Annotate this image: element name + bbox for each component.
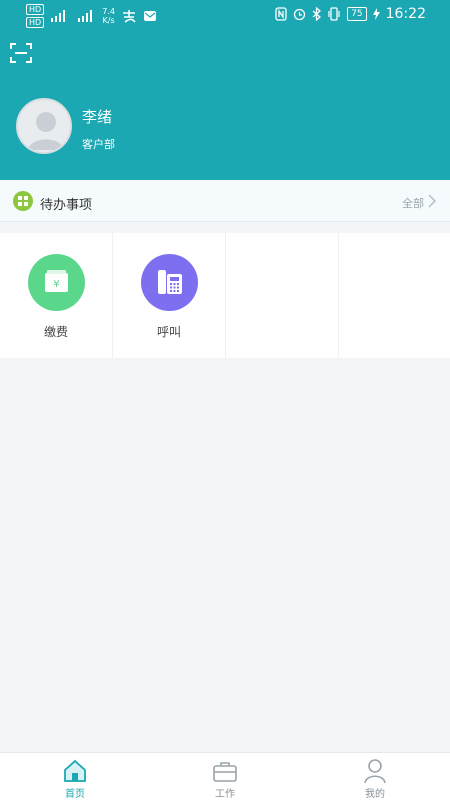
net-speed-value: 7.4	[102, 7, 115, 16]
tab-work[interactable]: 工作	[150, 753, 300, 800]
tab-mine[interactable]: 我的	[300, 753, 450, 800]
telephone-icon	[141, 254, 198, 311]
vibrate-icon	[328, 7, 340, 21]
svg-text:¥: ¥	[53, 279, 59, 290]
todo-section-header[interactable]: 待办事项 全部	[0, 180, 450, 222]
status-bar: HD HD 7.4 K/s 75 16:22	[0, 0, 450, 32]
battery-level: 75	[347, 7, 367, 21]
tab-label: 工作	[215, 789, 235, 800]
alarm-icon	[294, 8, 306, 21]
todo-icon	[13, 191, 33, 211]
todo-title: 待办事项	[40, 198, 93, 213]
tab-home[interactable]: 首页	[0, 753, 150, 800]
user-name: 李绪	[82, 108, 113, 126]
person-icon	[364, 759, 386, 784]
bluetooth-icon	[312, 7, 322, 21]
charging-icon	[372, 8, 380, 20]
wallet-yen-icon: ¥	[28, 254, 85, 311]
hd-badge: HD	[26, 17, 45, 28]
hd-badge: HD	[26, 4, 45, 15]
tab-label: 首页	[65, 789, 85, 800]
function-item-payment[interactable]: ¥ 缴费	[0, 233, 113, 358]
function-label: 缴费	[43, 325, 68, 339]
header: HD HD 7.4 K/s 75 16:22 李绪 客户部	[0, 0, 450, 180]
signal-icon	[78, 10, 93, 22]
function-item-empty	[226, 233, 339, 358]
home-icon	[64, 759, 86, 782]
user-department: 客户部	[82, 138, 115, 151]
function-label: 呼叫	[156, 325, 181, 339]
briefcase-icon	[213, 762, 237, 782]
default-avatar-icon	[28, 112, 64, 150]
net-speed-unit: K/s	[102, 16, 115, 25]
avatar[interactable]	[16, 98, 72, 154]
todo-all-link[interactable]: 全部	[402, 195, 424, 211]
function-item-call[interactable]: 呼叫	[113, 233, 226, 358]
function-grid: ¥ 缴费 呼叫	[0, 233, 450, 358]
signal-icon	[51, 10, 66, 22]
chevron-right-icon[interactable]	[426, 194, 438, 208]
nfc-icon	[275, 7, 287, 21]
clock-time: 16:22	[385, 6, 426, 22]
tab-label: 我的	[365, 789, 385, 800]
mail-icon	[143, 11, 156, 21]
scan-icon[interactable]	[10, 42, 32, 64]
bottom-tab-bar: 首页 工作 我的	[0, 752, 450, 800]
alipay-icon	[122, 10, 136, 23]
function-item-empty	[339, 233, 450, 358]
